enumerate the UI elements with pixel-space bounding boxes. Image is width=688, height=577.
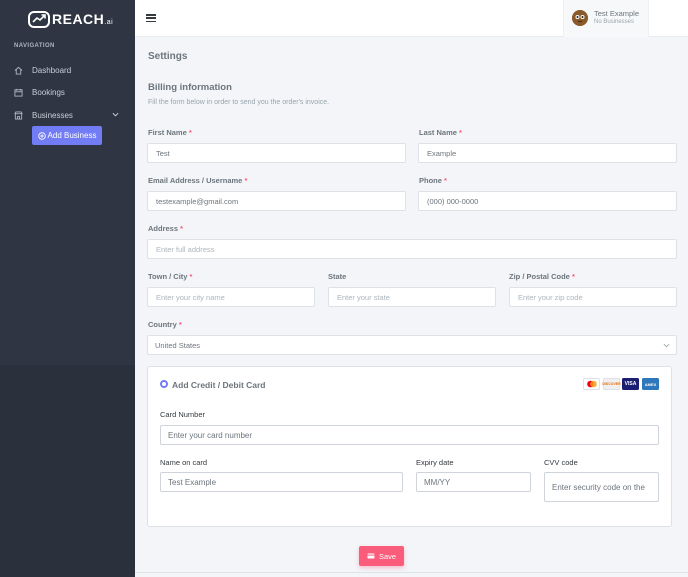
chevron-down-icon[interactable] [112,111,119,118]
country-label: Country * [148,320,182,329]
page-title: Settings [148,51,188,62]
credit-card-icon [367,553,375,559]
add-business-label: Add Business [47,131,97,140]
address-label: Address * [148,224,184,233]
email-label: Email Address / Username * [148,176,248,185]
menu-icon[interactable] [146,14,156,22]
brand-name: REACH.ai [52,11,114,27]
user-menu[interactable]: Test Example No Businesses [563,0,649,37]
town-label: Town / City * [148,272,193,281]
discover-icon: DISCOVER [602,378,621,390]
topbar: Test Example No Businesses [135,0,688,37]
phone-field[interactable] [418,191,677,211]
state-label: State [328,272,347,281]
town-field[interactable] [147,287,315,307]
address-field[interactable] [147,239,677,259]
trend-icon [28,10,50,28]
name-on-card-label: Name on card [160,458,208,467]
zip-field[interactable] [509,287,677,307]
save-label: Save [378,551,397,561]
zip-label: Zip / Postal Code * [509,272,575,281]
save-button[interactable]: Save [359,546,404,566]
state-field[interactable] [328,287,496,307]
brand-logo[interactable]: REACH.ai [28,9,113,29]
cvv-field[interactable] [544,472,659,502]
sidebar-item-label: Dashboard [32,65,72,75]
sidebar-lower-panel [0,365,135,577]
amex-icon: AMEX [642,378,659,390]
country-select[interactable]: United States [147,335,677,355]
expiry-field[interactable] [416,472,531,492]
section-title: Billing information [148,82,232,93]
name-on-card-field[interactable] [160,472,403,492]
section-subtitle: Fill the form below in order to send you… [148,99,330,106]
card-number-label: Card Number [160,410,206,419]
first-name-label: First Name * [148,128,192,137]
user-subtitle: No Businesses [594,19,635,25]
phone-label: Phone * [419,176,447,185]
card-number-field[interactable] [160,425,659,445]
sidebar-item-businesses[interactable]: Businesses [14,108,73,122]
calendar-icon [14,88,23,97]
avatar [572,10,588,26]
mastercard-icon [583,378,600,390]
footer-divider [135,572,688,573]
sidebar-item-dashboard[interactable]: Dashboard [14,63,71,77]
visa-icon: VISA [622,378,639,390]
user-name: Test Example [594,9,640,18]
card-panel [147,366,672,527]
sidebar-item-bookings[interactable]: Bookings [14,85,65,99]
home-icon [14,66,23,75]
last-name-field[interactable] [418,143,677,163]
nav-heading: NAVIGATION [14,43,55,49]
first-name-field[interactable] [147,143,406,163]
card-title[interactable]: Add Credit / Debit Card [172,380,266,390]
store-icon [14,110,23,120]
email-field[interactable] [147,191,406,211]
card-radio[interactable] [160,380,168,388]
last-name-label: Last Name * [419,128,462,137]
expiry-label: Expiry date [416,458,454,467]
country-value: United States [155,340,201,350]
chevron-down-icon [663,343,670,348]
sidebar-item-label: Businesses [32,110,73,120]
add-business-button[interactable]: Add Business [32,126,102,145]
sidebar-item-label: Bookings [32,87,65,97]
cvv-label: CVV code [544,458,578,467]
plus-circle-icon [37,131,46,140]
